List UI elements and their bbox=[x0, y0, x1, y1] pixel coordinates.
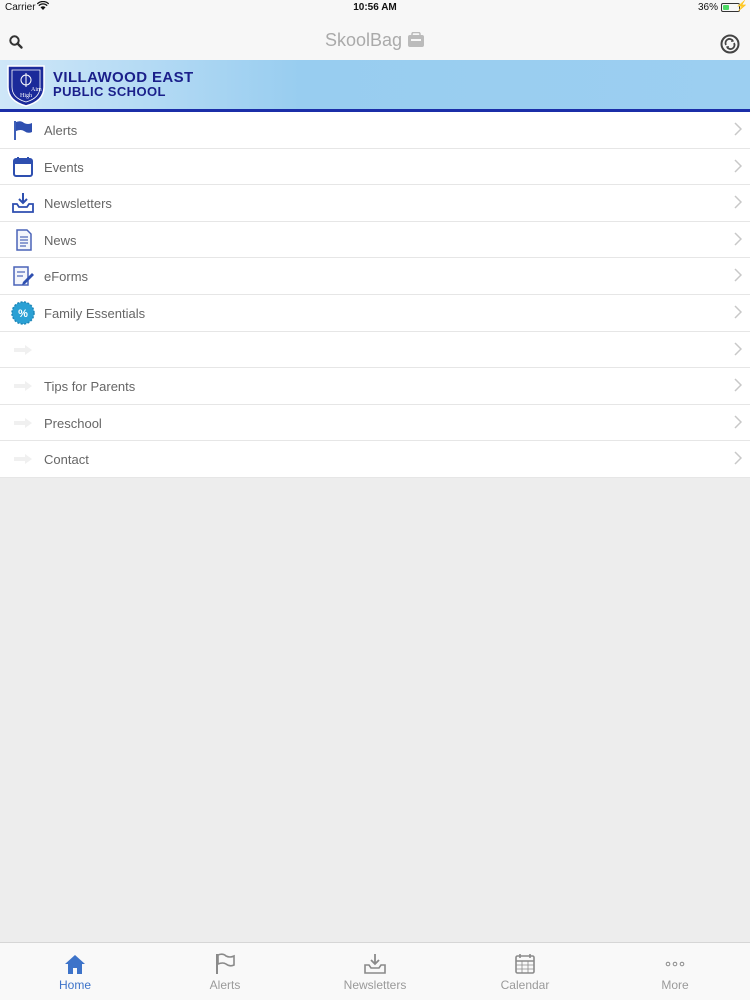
app-brand-name: SkoolBag bbox=[324, 30, 403, 50]
tab-newsletters[interactable]: Newsletters bbox=[300, 943, 450, 1000]
menu-item-label: Contact bbox=[44, 452, 89, 468]
tab-label: Newsletters bbox=[343, 978, 407, 992]
chevron-right-icon bbox=[734, 451, 742, 465]
chevron-right-icon bbox=[734, 268, 742, 282]
chevron-right-icon bbox=[734, 342, 742, 356]
menu-item-label: Newsletters bbox=[44, 196, 112, 212]
tab-home[interactable]: Home bbox=[0, 943, 150, 1000]
chevron-right-icon bbox=[734, 122, 742, 136]
inbox-download-icon bbox=[364, 954, 386, 974]
menu-item-label: Family Essentials bbox=[44, 305, 146, 321]
sync-icon[interactable] bbox=[720, 34, 740, 54]
tab-more[interactable]: More bbox=[600, 943, 750, 1000]
school-name-line1: VILLAWOOD EAST bbox=[53, 69, 194, 86]
crest-motto-high: High bbox=[20, 93, 32, 99]
app-logo: SkoolBag bbox=[0, 30, 750, 51]
menu-item-blank[interactable] bbox=[0, 331, 750, 369]
chevron-right-icon bbox=[734, 378, 742, 392]
menu-item-alerts[interactable]: Alerts bbox=[0, 112, 750, 149]
menu-item-events[interactable]: Events bbox=[0, 148, 750, 186]
arrow-right-icon bbox=[14, 417, 32, 428]
menu-item-label: Events bbox=[44, 159, 84, 175]
chevron-right-icon bbox=[734, 415, 742, 429]
status-bar: Carrier 10:56 AM 36% ⚡ bbox=[0, 0, 750, 16]
tab-bar: Home Alerts Newsletters Calendar More bbox=[0, 942, 750, 1000]
menu-item-label: News bbox=[44, 232, 77, 248]
tab-label: Alerts bbox=[209, 978, 241, 992]
flag-icon bbox=[14, 121, 32, 140]
more-icon bbox=[665, 961, 685, 967]
chevron-right-icon bbox=[734, 305, 742, 319]
arrow-right-icon bbox=[14, 454, 32, 465]
document-icon bbox=[16, 229, 32, 251]
tab-alerts[interactable]: Alerts bbox=[150, 943, 300, 1000]
chevron-right-icon bbox=[734, 159, 742, 173]
menu-item-news[interactable]: News bbox=[0, 221, 750, 259]
menu-item-newsletters[interactable]: Newsletters bbox=[0, 185, 750, 222]
school-name: VILLAWOOD EAST PUBLIC SCHOOL bbox=[53, 69, 194, 99]
flag-icon bbox=[216, 953, 235, 974]
charging-icon: ⚡ bbox=[735, 1, 748, 12]
nav-bar: SkoolBag bbox=[0, 16, 750, 60]
form-edit-icon bbox=[13, 266, 34, 287]
school-banner: Aim High VILLAWOOD EAST PUBLIC SCHOOL bbox=[0, 60, 750, 112]
menu-item-label: Tips for Parents bbox=[44, 379, 136, 395]
tab-label: More bbox=[661, 978, 689, 992]
menu-item-tips-for-parents[interactable]: Tips for Parents bbox=[0, 368, 750, 405]
chevron-right-icon bbox=[734, 195, 742, 209]
arrow-right-icon bbox=[14, 344, 32, 355]
home-icon bbox=[65, 955, 85, 974]
tab-calendar[interactable]: Calendar bbox=[450, 943, 600, 1000]
chevron-right-icon bbox=[734, 232, 742, 246]
tab-label: Home bbox=[58, 978, 91, 992]
tab-label: Calendar bbox=[500, 978, 550, 992]
menu-item-contact[interactable]: Contact bbox=[0, 441, 750, 478]
menu-list: Alerts Events Newsletters News eForms % … bbox=[0, 112, 750, 478]
battery-percent: 36% bbox=[697, 2, 718, 13]
menu-item-preschool[interactable]: Preschool bbox=[0, 404, 750, 442]
calendar-icon bbox=[13, 156, 33, 177]
calendar-icon bbox=[515, 954, 535, 974]
menu-item-label: eForms bbox=[44, 269, 89, 285]
clock-time: 10:56 AM bbox=[353, 2, 397, 13]
menu-item-eforms[interactable]: eForms bbox=[0, 258, 750, 295]
arrow-right-icon bbox=[14, 381, 32, 392]
school-crest-logo: Aim High bbox=[7, 65, 45, 107]
svg-text:%: % bbox=[18, 308, 28, 320]
inbox-download-icon bbox=[12, 193, 34, 214]
discount-badge-icon: % bbox=[11, 301, 35, 325]
menu-item-label: Preschool bbox=[44, 415, 102, 431]
menu-item-label: Alerts bbox=[44, 123, 78, 138]
crest-motto-aim: Aim bbox=[31, 87, 42, 93]
menu-item-family-essentials[interactable]: % Family Essentials bbox=[0, 294, 750, 332]
skoolbag-logo-icon bbox=[408, 31, 425, 47]
school-name-line2: PUBLIC SCHOOL bbox=[53, 84, 166, 99]
